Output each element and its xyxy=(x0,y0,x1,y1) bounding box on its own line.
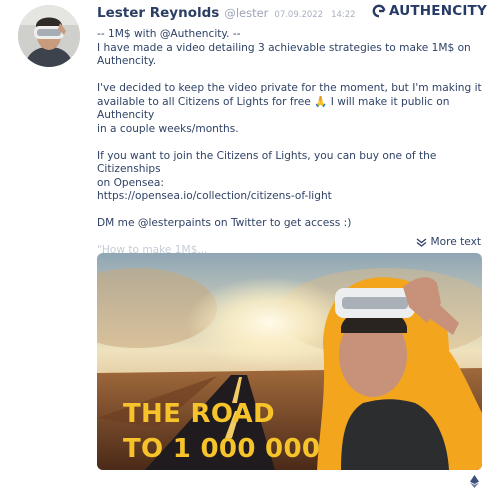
post-date: 07.09.2022 xyxy=(274,10,324,20)
body-line: on Opensea: xyxy=(97,176,164,189)
brand-logo[interactable]: AUTHENCITY xyxy=(372,3,487,19)
chevron-down-icon xyxy=(417,237,427,247)
avatar-image xyxy=(18,5,80,67)
body-line: If you want to join the Citizens of Ligh… xyxy=(97,149,437,176)
thumbnail-caption-line1: THE ROAD xyxy=(123,399,275,429)
thumbnail-caption-line2: TO 1 000 000 xyxy=(123,434,321,464)
post-card: Lester Reynolds @lester 07.09.2022 14:22… xyxy=(0,0,500,500)
body-line: I have made a video detailing 3 achievab… xyxy=(97,41,471,54)
opensea-link[interactable]: https://opensea.io/collection/citizens-o… xyxy=(97,190,489,204)
post-time: 14:22 xyxy=(331,10,356,20)
body-line: Authencity. xyxy=(97,55,157,67)
authencity-logo-icon xyxy=(372,4,386,18)
more-text-label: More text xyxy=(430,236,481,248)
body-line: DM me @lesterpaints on Twitter to get ac… xyxy=(97,217,352,229)
more-text-button[interactable]: More text xyxy=(416,236,481,248)
post-body: -- 1M$ with @Authencity. -- I have made … xyxy=(97,28,489,258)
author-name[interactable]: Lester Reynolds xyxy=(97,5,219,21)
post-header: Lester Reynolds @lester 07.09.2022 14:22 xyxy=(97,5,356,23)
body-line: I've decided to keep the video private f… xyxy=(97,82,482,94)
author-handle[interactable]: @lester xyxy=(224,6,268,20)
body-line: in a couple weeks/months. xyxy=(97,122,239,135)
avatar[interactable] xyxy=(18,5,80,67)
body-line: -- 1M$ with @Authencity. -- xyxy=(97,28,241,40)
body-line: available to all Citizens of Lights for … xyxy=(97,95,450,122)
brand-name: AUTHENCITY xyxy=(389,3,487,19)
ethereum-icon[interactable] xyxy=(470,475,479,488)
video-thumbnail[interactable]: THE ROAD TO 1 000 000 xyxy=(97,253,482,470)
